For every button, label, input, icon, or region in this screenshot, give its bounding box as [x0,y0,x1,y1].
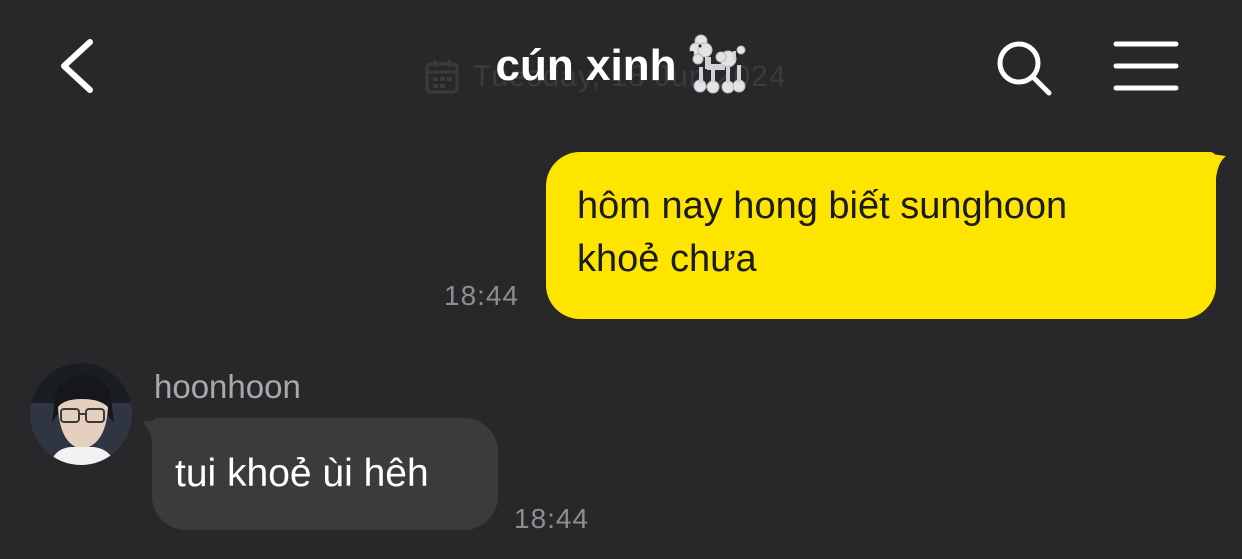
sent-message-time: 18:44 [444,280,520,311]
chat-title-text: cún xinh [495,41,677,90]
received-message-bubble[interactable]: tui khoẻ ùi hêh [152,418,498,530]
search-button[interactable] [992,36,1056,100]
menu-button[interactable] [1110,38,1182,94]
sender-avatar[interactable] [30,363,132,465]
sent-message-line: khoẻ chưa [577,238,757,280]
received-message-time: 18:44 [514,503,590,534]
chat-header: Tuesday, 18 Jun 2024 cún xinh [0,0,1242,130]
sender-name: hoonhoon [154,368,301,405]
sent-message-line: hôm nay hong biết sunghoon [577,185,1068,227]
sent-message-bubble[interactable]: hôm nay hong biết sunghoon khoẻ chưa [546,152,1216,319]
received-message-text: tui khoẻ ùi hêh [175,452,429,495]
search-icon [997,41,1052,96]
poodle-icon [686,31,746,95]
hamburger-menu-icon [1113,41,1179,91]
